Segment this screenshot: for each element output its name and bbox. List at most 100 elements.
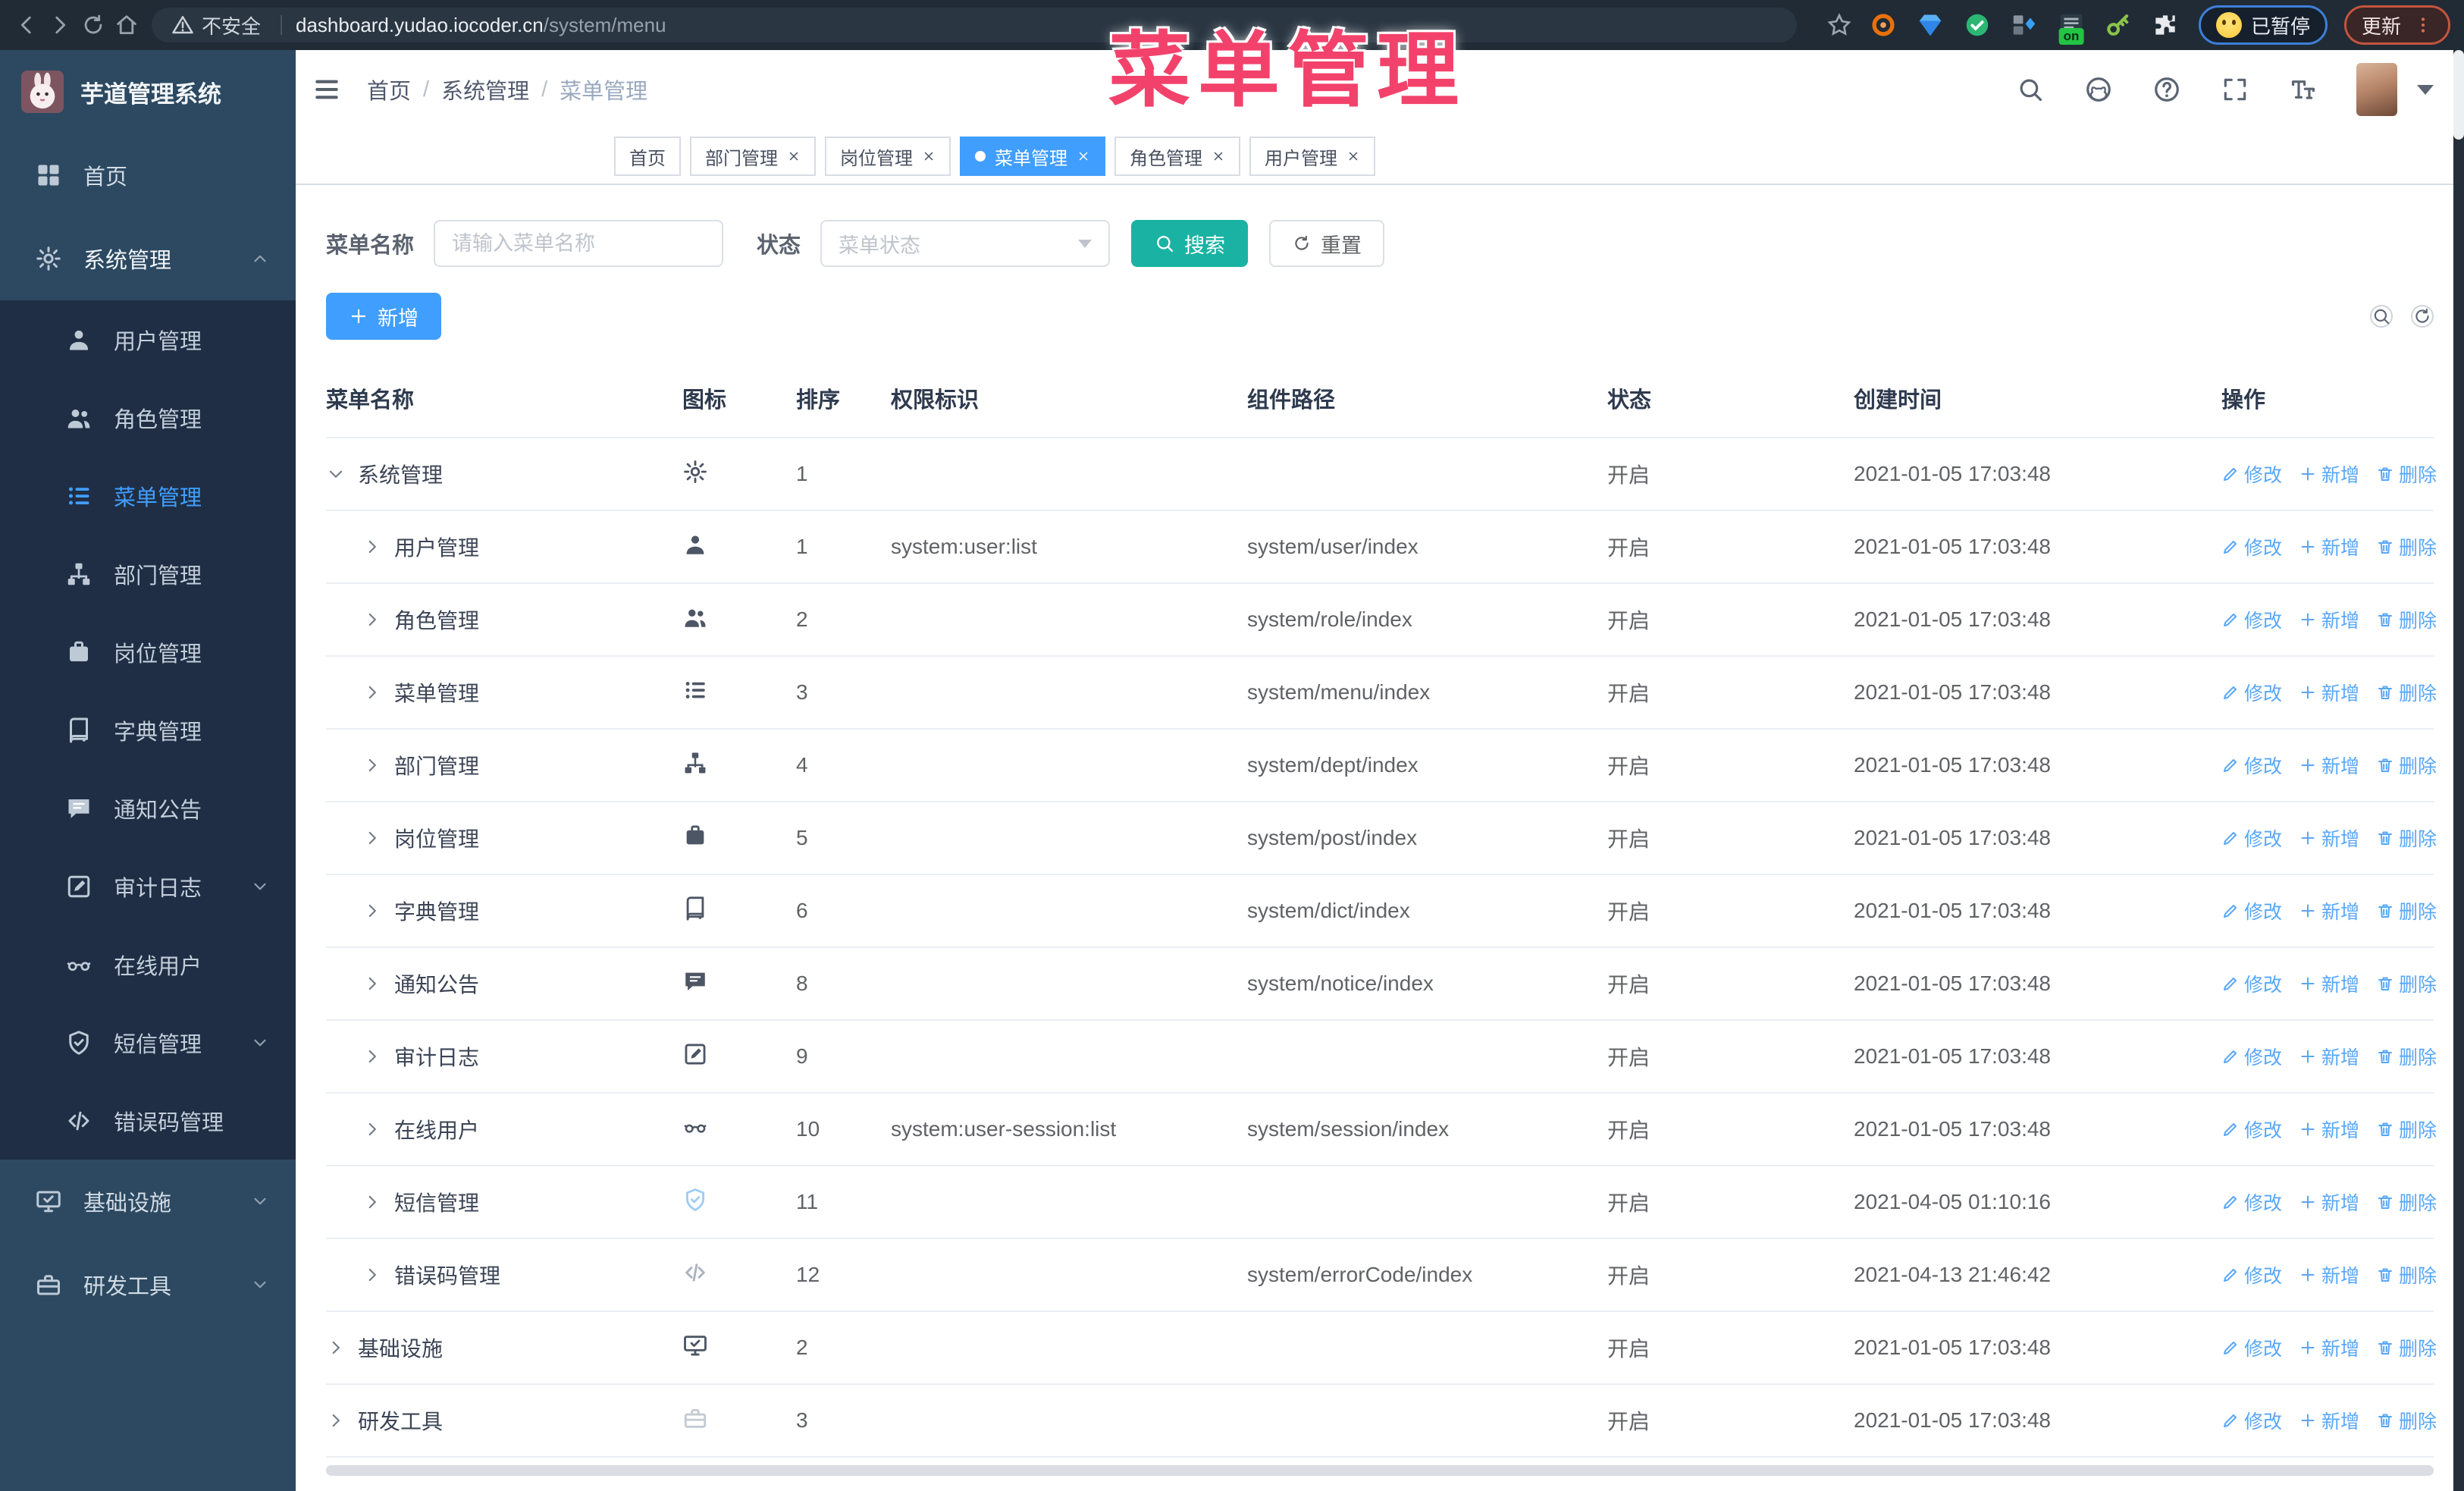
collapse-row-icon[interactable] bbox=[326, 464, 346, 484]
sidebar-item-user[interactable]: 用户管理 bbox=[0, 300, 296, 378]
add-action[interactable]: 新增 bbox=[2299, 824, 2359, 852]
expand-row-icon[interactable] bbox=[362, 755, 382, 775]
add-action[interactable]: 新增 bbox=[2299, 1116, 2359, 1143]
delete-action[interactable]: 删除 bbox=[2376, 752, 2437, 779]
add-action[interactable]: 新增 bbox=[2299, 1043, 2359, 1070]
expand-row-icon[interactable] bbox=[362, 901, 382, 921]
edit-action[interactable]: 修改 bbox=[2221, 1043, 2282, 1070]
extension-key-icon[interactable] bbox=[2102, 8, 2135, 42]
add-button[interactable]: 新增 bbox=[326, 293, 441, 340]
search-icon[interactable] bbox=[2012, 71, 2049, 108]
browser-back-button[interactable] bbox=[14, 12, 39, 38]
sidebar-item-log[interactable]: 审计日志 bbox=[0, 847, 296, 925]
add-action[interactable]: 新增 bbox=[2299, 1407, 2359, 1434]
delete-action[interactable]: 删除 bbox=[2376, 1407, 2437, 1434]
sidebar-item-notice[interactable]: 通知公告 bbox=[0, 769, 296, 847]
expand-row-icon[interactable] bbox=[362, 974, 382, 993]
refresh-table-button[interactable] bbox=[2411, 305, 2434, 328]
delete-action[interactable]: 删除 bbox=[2376, 679, 2437, 706]
edit-action[interactable]: 修改 bbox=[2221, 1116, 2282, 1143]
expand-row-icon[interactable] bbox=[362, 1265, 382, 1285]
expand-row-icon[interactable] bbox=[362, 1192, 382, 1212]
delete-action[interactable]: 删除 bbox=[2376, 606, 2437, 633]
edit-action[interactable]: 修改 bbox=[2221, 824, 2282, 852]
tab-菜单管理[interactable]: 菜单管理 bbox=[960, 137, 1105, 176]
delete-action[interactable]: 删除 bbox=[2376, 897, 2437, 924]
close-tab-icon[interactable] bbox=[787, 149, 801, 163]
bookmark-star-icon[interactable] bbox=[1826, 11, 1853, 39]
browser-menu-dots-icon[interactable] bbox=[2413, 15, 2433, 35]
extension-green-check-icon[interactable] bbox=[1961, 8, 1994, 42]
sidebar-item-home[interactable]: 首页 bbox=[0, 133, 296, 217]
edit-action[interactable]: 修改 bbox=[2221, 1334, 2282, 1361]
delete-action[interactable]: 删除 bbox=[2376, 824, 2437, 852]
expand-row-icon[interactable] bbox=[362, 828, 382, 848]
tab-岗位管理[interactable]: 岗位管理 bbox=[825, 137, 951, 176]
vertical-scrollbar[interactable] bbox=[2453, 50, 2464, 1491]
add-action[interactable]: 新增 bbox=[2299, 460, 2359, 488]
menu-name-input[interactable] bbox=[434, 220, 724, 267]
browser-home-button[interactable] bbox=[114, 12, 140, 38]
question-icon[interactable] bbox=[2149, 71, 2185, 108]
add-action[interactable]: 新增 bbox=[2299, 1261, 2359, 1289]
close-tab-icon[interactable] bbox=[1346, 149, 1360, 163]
toggle-search-button[interactable] bbox=[2370, 305, 2393, 328]
edit-action[interactable]: 修改 bbox=[2221, 460, 2282, 488]
add-action[interactable]: 新增 bbox=[2299, 897, 2359, 924]
expand-row-icon[interactable] bbox=[362, 1047, 382, 1066]
extension-puzzle-icon[interactable] bbox=[2149, 8, 2182, 42]
edit-action[interactable]: 修改 bbox=[2221, 1188, 2282, 1216]
edit-action[interactable]: 修改 bbox=[2221, 970, 2282, 997]
sidebar-collapse-icon[interactable] bbox=[312, 75, 341, 104]
extension-tabs-icon[interactable] bbox=[2008, 8, 2041, 42]
close-tab-icon[interactable] bbox=[1212, 149, 1225, 163]
sidebar-item-infra[interactable]: 基础设施 bbox=[0, 1160, 296, 1243]
tab-部门管理[interactable]: 部门管理 bbox=[690, 137, 816, 176]
edit-action[interactable]: 修改 bbox=[2221, 533, 2282, 560]
breadcrumb-item[interactable]: 首页 bbox=[367, 74, 411, 105]
extension-list-icon[interactable]: on bbox=[2055, 8, 2088, 45]
font-size-icon[interactable] bbox=[2285, 71, 2321, 108]
expand-row-icon[interactable] bbox=[362, 610, 382, 629]
vertical-scrollbar-thumb[interactable] bbox=[2453, 50, 2464, 140]
user-avatar[interactable] bbox=[2356, 63, 2397, 116]
edit-action[interactable]: 修改 bbox=[2221, 1407, 2282, 1434]
delete-action[interactable]: 删除 bbox=[2376, 970, 2437, 997]
delete-action[interactable]: 删除 bbox=[2376, 1043, 2437, 1070]
paused-extension-button[interactable]: 已暂停 bbox=[2198, 5, 2328, 45]
sidebar-item-role[interactable]: 角色管理 bbox=[0, 378, 296, 457]
horizontal-scrollbar[interactable] bbox=[326, 1465, 2434, 1476]
sidebar-item-sms[interactable]: 短信管理 bbox=[0, 1003, 296, 1081]
sidebar-item-errcode[interactable]: 错误码管理 bbox=[0, 1081, 296, 1160]
browser-reload-button[interactable] bbox=[80, 12, 106, 38]
search-button[interactable]: 搜索 bbox=[1131, 220, 1249, 267]
tab-角色管理[interactable]: 角色管理 bbox=[1114, 137, 1240, 176]
edit-action[interactable]: 修改 bbox=[2221, 606, 2282, 633]
edit-action[interactable]: 修改 bbox=[2221, 897, 2282, 924]
sidebar-item-dept[interactable]: 部门管理 bbox=[0, 535, 296, 613]
extension-gem-icon[interactable] bbox=[1914, 8, 1947, 42]
avatar-caret-icon[interactable] bbox=[2417, 84, 2434, 95]
edit-action[interactable]: 修改 bbox=[2221, 679, 2282, 706]
add-action[interactable]: 新增 bbox=[2299, 970, 2359, 997]
sidebar-item-post[interactable]: 岗位管理 bbox=[0, 613, 296, 691]
delete-action[interactable]: 删除 bbox=[2376, 1188, 2437, 1216]
sidebar-item-dict[interactable]: 字典管理 bbox=[0, 691, 296, 769]
expand-row-icon[interactable] bbox=[362, 537, 382, 557]
sidebar-item-online[interactable]: 在线用户 bbox=[0, 925, 296, 1003]
sidebar-item-tool[interactable]: 研发工具 bbox=[0, 1243, 296, 1326]
add-action[interactable]: 新增 bbox=[2299, 1188, 2359, 1216]
delete-action[interactable]: 删除 bbox=[2376, 460, 2437, 488]
tab-首页[interactable]: 首页 bbox=[614, 137, 681, 176]
sidebar-item-menu[interactable]: 菜单管理 bbox=[0, 457, 296, 535]
add-action[interactable]: 新增 bbox=[2299, 752, 2359, 779]
address-bar[interactable]: 不安全 dashboard.yudao.iocoder.cn /system/m… bbox=[152, 8, 1797, 42]
browser-update-button[interactable]: 更新 bbox=[2343, 5, 2450, 45]
add-action[interactable]: 新增 bbox=[2299, 679, 2359, 706]
fullscreen-icon[interactable] bbox=[2217, 71, 2253, 108]
expand-row-icon[interactable] bbox=[326, 1411, 346, 1430]
delete-action[interactable]: 删除 bbox=[2376, 1334, 2437, 1361]
expand-row-icon[interactable] bbox=[362, 683, 382, 702]
extension-orange-ring-icon[interactable] bbox=[1867, 8, 1900, 42]
delete-action[interactable]: 删除 bbox=[2376, 1261, 2437, 1289]
